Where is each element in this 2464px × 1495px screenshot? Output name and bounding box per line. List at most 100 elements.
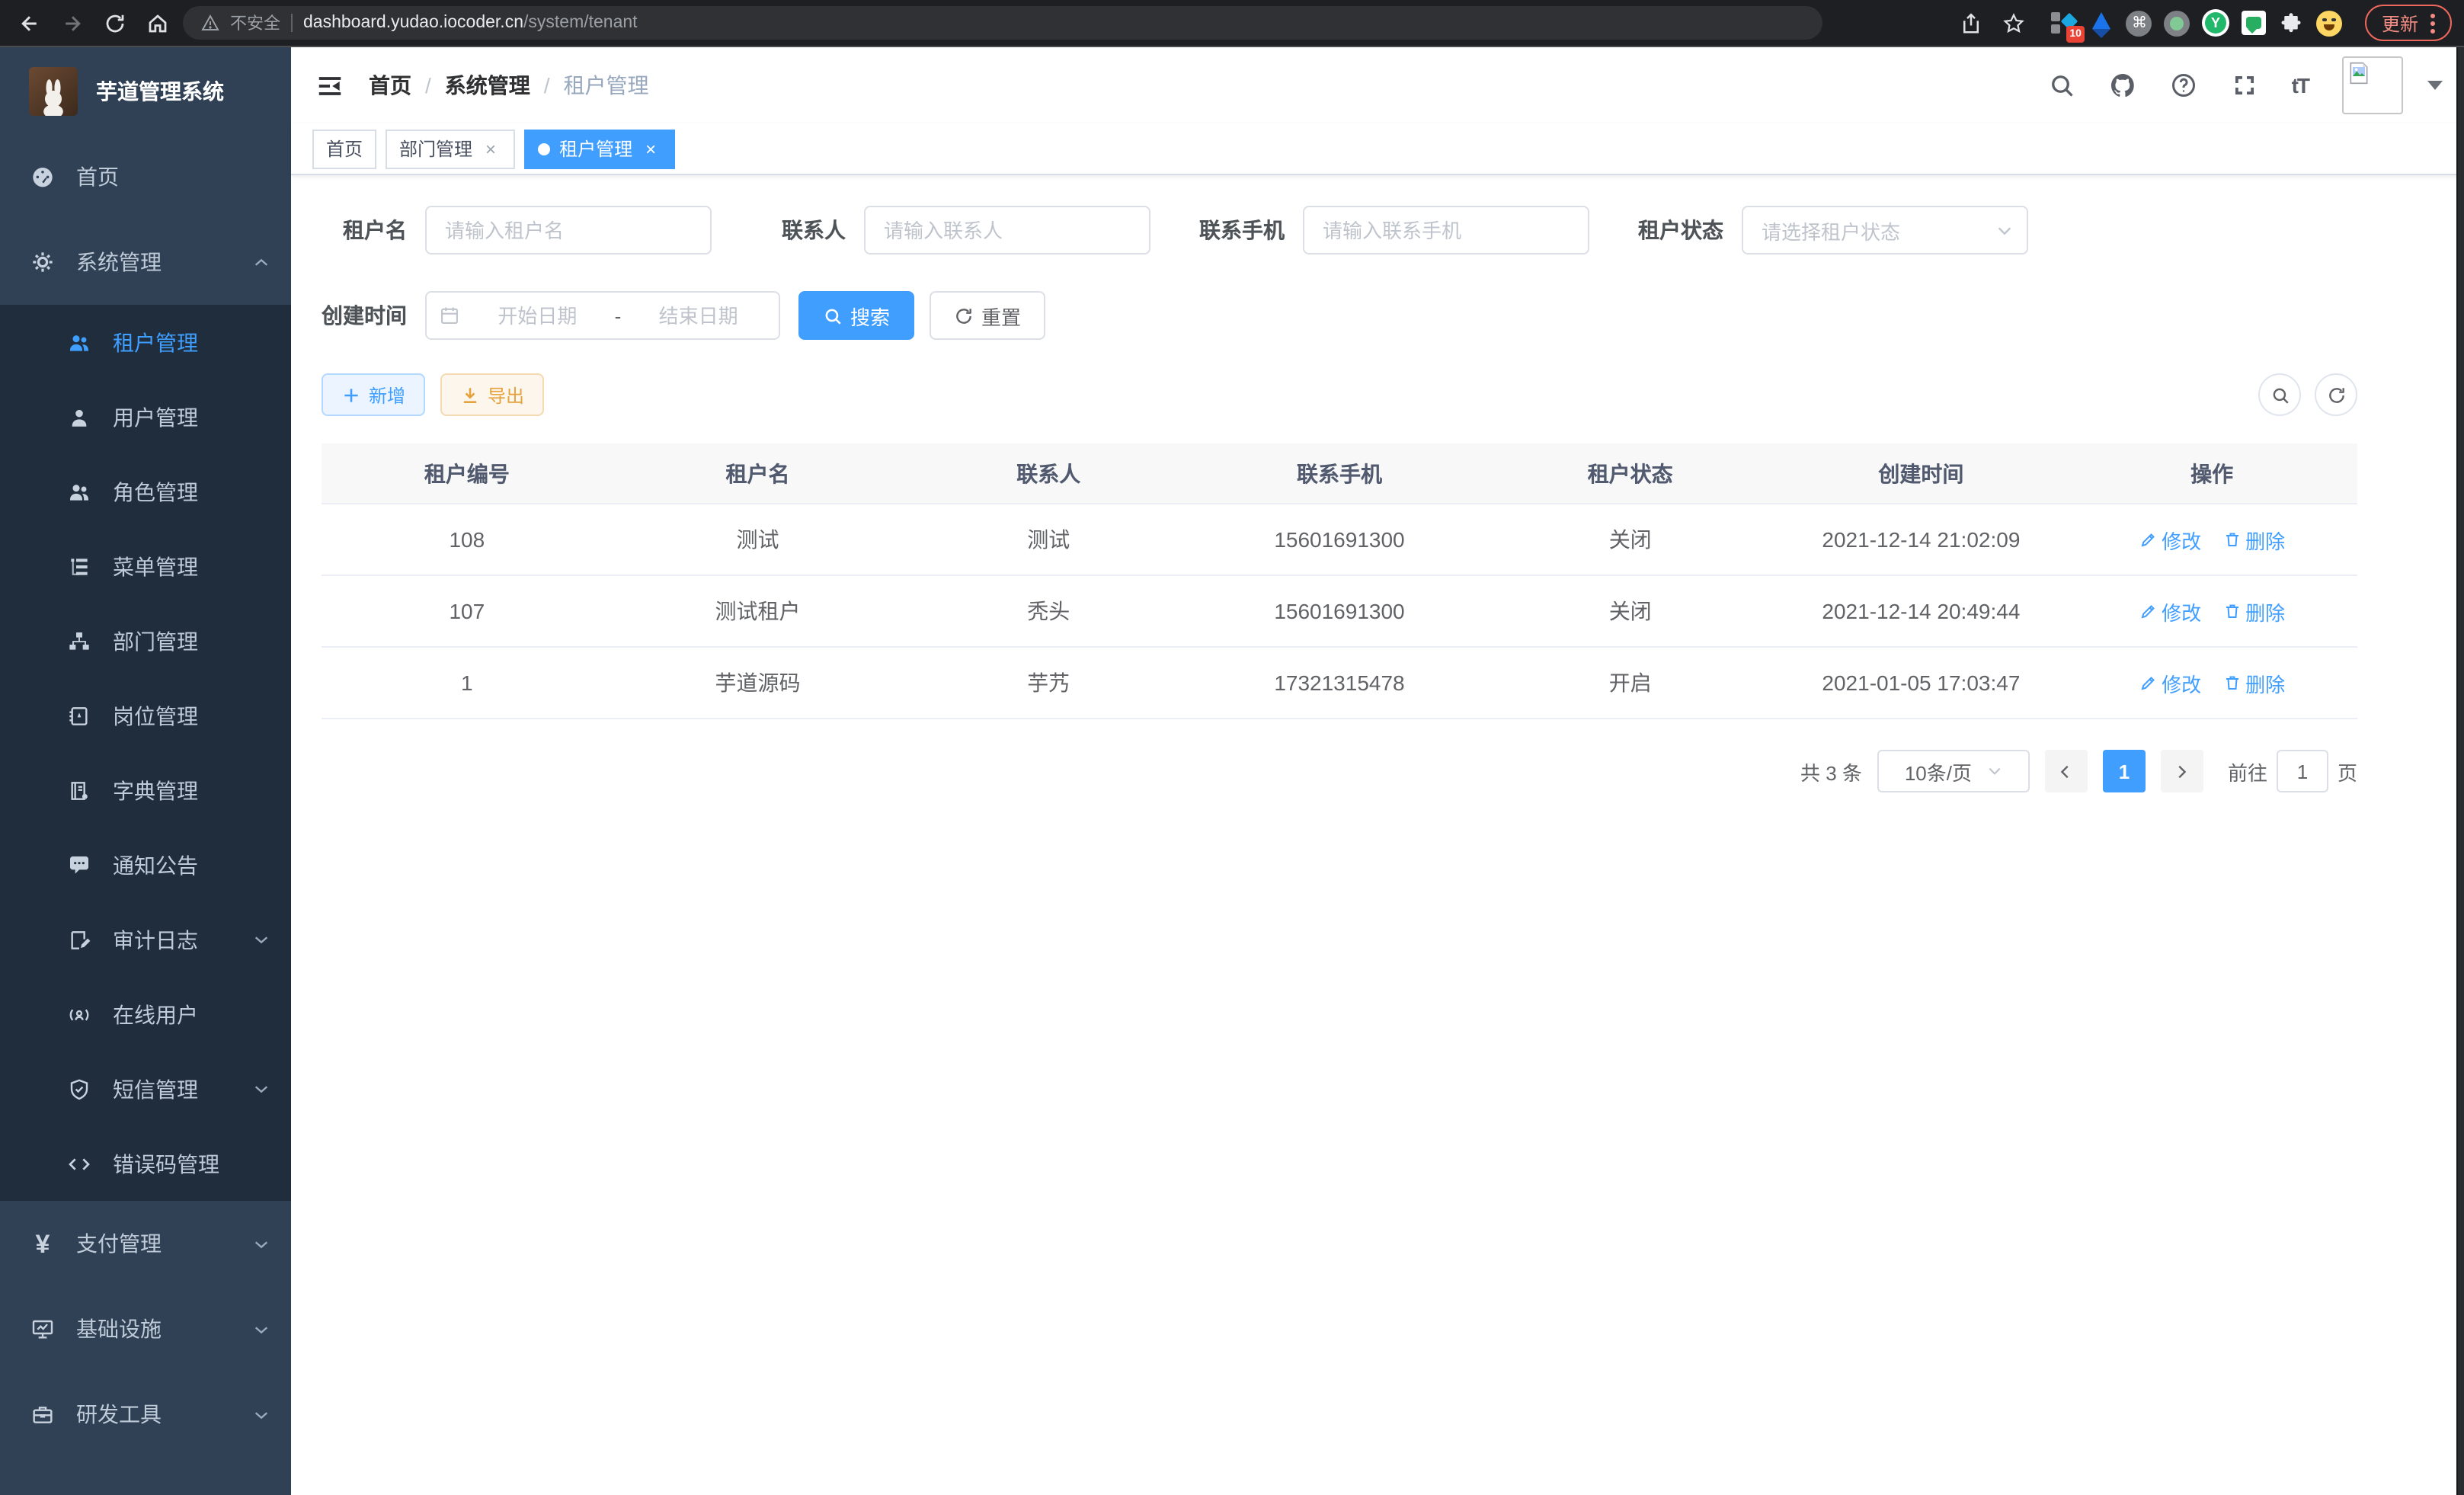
sidebar-item-sms[interactable]: 短信管理 [0, 1052, 291, 1126]
refresh-icon [2326, 385, 2346, 405]
sidebar-item-infra[interactable]: 基础设施 [0, 1286, 291, 1372]
tab-label: 租户管理 [559, 136, 632, 162]
back-icon[interactable] [12, 6, 46, 40]
tab-dept[interactable]: 部门管理 [386, 129, 515, 168]
bookmark-star-icon[interactable] [1998, 6, 2031, 40]
tab-tenant[interactable]: 租户管理 [524, 129, 675, 168]
edit-link[interactable]: 修改 [2139, 668, 2201, 697]
browser-scrollbar[interactable] [2456, 47, 2464, 1495]
sidebar-item-devtools[interactable]: 研发工具 [0, 1372, 291, 1457]
sidebar-item-system[interactable]: 系统管理 [0, 219, 291, 305]
close-icon[interactable] [640, 138, 661, 159]
forward-icon[interactable] [55, 6, 88, 40]
tab-home[interactable]: 首页 [312, 129, 376, 168]
cell-mobile: 15601691300 [1194, 527, 1485, 552]
table-header-row: 租户编号 租户名 联系人 联系手机 租户状态 创建时间 操作 [322, 443, 2357, 504]
sidebar-item-post[interactable]: 岗位管理 [0, 678, 291, 753]
sidebar-item-menu[interactable]: 菜单管理 [0, 529, 291, 603]
sidebar-logo[interactable]: 芋道管理系统 [0, 47, 291, 134]
trash-icon [2222, 674, 2241, 692]
delete-link[interactable]: 删除 [2222, 525, 2285, 554]
sidebar-item-error-code[interactable]: 错误码管理 [0, 1126, 291, 1201]
trash-icon [2222, 602, 2241, 620]
cell-created: 2021-12-14 21:02:09 [1776, 527, 2067, 552]
header-search-icon[interactable] [2048, 72, 2075, 99]
plus-icon [341, 385, 361, 405]
calendar-icon [439, 305, 460, 326]
sidebar-item-label: 角色管理 [113, 476, 198, 507]
home-icon[interactable] [140, 6, 174, 40]
edit-link[interactable]: 修改 [2139, 525, 2201, 554]
ext-pinned-grid-icon[interactable]: 10 [2050, 9, 2077, 37]
edit-link[interactable]: 修改 [2139, 597, 2201, 626]
chevron-down-icon [253, 1321, 270, 1337]
browser-menu-icon[interactable] [2430, 13, 2435, 33]
ext-yudao-icon[interactable]: Y [2202, 9, 2229, 37]
add-button[interactable]: 新增 [322, 373, 425, 416]
sidebar-item-home[interactable]: 首页 [0, 134, 291, 219]
breadcrumb-home[interactable]: 首页 [369, 70, 411, 101]
fullscreen-icon[interactable] [2231, 72, 2258, 99]
share-icon[interactable] [1955, 6, 1989, 40]
sidebar-item-audit-log[interactable]: 审计日志 [0, 902, 291, 977]
tenant-name-input[interactable] [425, 206, 712, 255]
breadcrumb-section[interactable]: 系统管理 [445, 70, 530, 101]
security-label[interactable]: 不安全 [230, 11, 280, 35]
ext-emoji-icon[interactable] [2316, 9, 2344, 37]
github-icon[interactable] [2109, 72, 2136, 99]
sidebar-item-tenant[interactable]: 租户管理 [0, 305, 291, 379]
breadcrumb-current: 租户管理 [564, 70, 649, 101]
delete-link[interactable]: 删除 [2222, 668, 2285, 697]
url-text[interactable]: dashboard.yudao.iocoder.cn/system/tenant [303, 14, 638, 32]
mobile-input[interactable] [1303, 206, 1589, 255]
font-size-icon[interactable]: tT [2292, 73, 2309, 98]
column-header: 租户编号 [322, 458, 613, 488]
cell-tenant-id: 108 [322, 527, 613, 552]
sidebar-item-dept[interactable]: 部门管理 [0, 603, 291, 678]
sidebar-item-pay[interactable]: ¥ 支付管理 [0, 1201, 291, 1286]
refresh-table-button[interactable] [2315, 373, 2357, 416]
browser-update-button[interactable]: 更新 [2365, 5, 2452, 41]
ext-command-icon[interactable]: ⌘ [2126, 9, 2153, 37]
sidebar-item-label: 审计日志 [113, 924, 198, 955]
date-range-separator: - [615, 304, 622, 327]
delete-link[interactable]: 删除 [2222, 597, 2285, 626]
sidebar-item-role[interactable]: 角色管理 [0, 454, 291, 529]
close-icon[interactable] [480, 138, 501, 159]
shield-check-icon [67, 1077, 91, 1101]
reload-icon[interactable] [98, 6, 131, 40]
prev-page-button[interactable] [2045, 750, 2088, 792]
sidebar-fold-icon[interactable] [315, 71, 344, 100]
roles-icon [67, 479, 91, 504]
avatar-caret-icon[interactable] [2427, 81, 2443, 90]
ext-record-icon[interactable] [2164, 9, 2191, 37]
sidebar-item-label: 字典管理 [113, 775, 198, 805]
search-button[interactable]: 搜索 [798, 291, 914, 340]
sidebar-item-user[interactable]: 用户管理 [0, 379, 291, 454]
export-button[interactable]: 导出 [440, 373, 544, 416]
start-date-input[interactable] [469, 303, 606, 328]
mobile-label: 联系手机 [1199, 215, 1303, 245]
cell-tenant-name: 测试 [613, 524, 904, 555]
avatar[interactable] [2342, 56, 2403, 114]
next-page-button[interactable] [2161, 750, 2203, 792]
ext-kite-icon[interactable] [2088, 9, 2115, 37]
date-range-picker[interactable]: - [425, 291, 780, 340]
end-date-input[interactable] [630, 303, 766, 328]
page-number-current[interactable]: 1 [2103, 750, 2146, 792]
cell-mobile: 15601691300 [1194, 599, 1485, 623]
reset-button[interactable]: 重置 [930, 291, 1045, 340]
sidebar-item-notice[interactable]: 通知公告 [0, 828, 291, 902]
chevron-down-icon [253, 1406, 270, 1423]
help-icon[interactable] [2170, 72, 2197, 99]
sidebar-item-online-user[interactable]: 在线用户 [0, 977, 291, 1052]
status-select[interactable]: 请选择租户状态 [1742, 206, 2028, 255]
page-size-select[interactable]: 10条/页 [1877, 750, 2030, 792]
show-search-button[interactable] [2258, 373, 2301, 416]
address-bar[interactable]: 不安全 dashboard.yudao.iocoder.cn/system/te… [183, 6, 1822, 40]
extensions-puzzle-icon[interactable] [2278, 9, 2306, 37]
goto-page-input[interactable] [2277, 750, 2328, 792]
ext-chat-icon[interactable] [2240, 9, 2267, 37]
contact-input[interactable] [864, 206, 1150, 255]
sidebar-item-dict[interactable]: 字典管理 [0, 753, 291, 828]
